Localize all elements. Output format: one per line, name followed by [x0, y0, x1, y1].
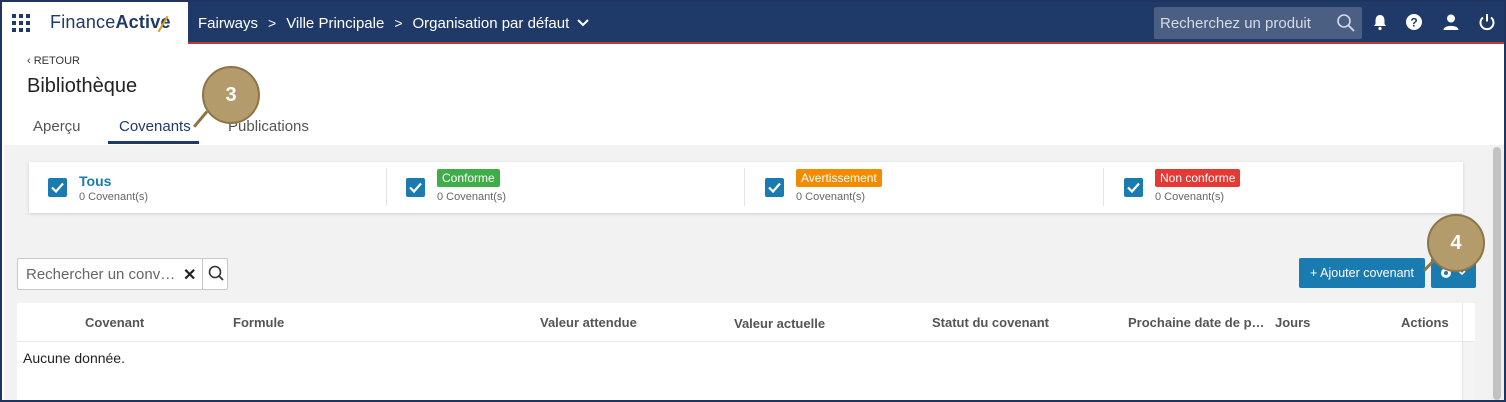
- filter-avertissement[interactable]: Avertissement 0 Covenant(s): [746, 162, 1104, 213]
- clear-icon[interactable]: ✕: [183, 265, 196, 285]
- app-window: FinanceActive Fairways > Ville Principal…: [0, 0, 1506, 402]
- user-icon[interactable]: [1442, 13, 1462, 33]
- filter-conforme[interactable]: Conforme 0 Covenant(s): [387, 162, 745, 213]
- filter-count: 0 Covenant(s): [437, 191, 507, 203]
- covenant-search-input[interactable]: Rechercher un conv… ✕: [17, 258, 228, 290]
- column-actions[interactable]: Actions: [1401, 315, 1449, 330]
- breadcrumb-organisation[interactable]: Organisation par défaut: [413, 15, 570, 32]
- column-valeur-attendue[interactable]: Valeur attendue: [540, 315, 637, 330]
- page-title: Bibliothèque: [27, 75, 138, 97]
- column-formule[interactable]: Formule: [233, 315, 284, 330]
- active-tab-indicator: [108, 141, 199, 144]
- breadcrumb-fairways[interactable]: Fairways: [198, 15, 258, 32]
- callout-3: 3: [202, 66, 260, 124]
- empty-table-message: Aucune donnée.: [23, 350, 125, 366]
- covenants-table: Covenant Formule Valeur attendue Valeur …: [17, 303, 1475, 400]
- status-badge-non-conforme: Non conforme: [1155, 169, 1241, 187]
- chevron-right-icon: >: [268, 15, 277, 31]
- status-badge-conforme: Conforme: [437, 169, 500, 187]
- brand-area: FinanceActive: [2, 2, 188, 44]
- add-covenant-button[interactable]: + Ajouter covenant: [1299, 258, 1425, 288]
- filter-count: 0 Covenant(s): [1155, 191, 1225, 203]
- filter-count: 0 Covenant(s): [79, 191, 149, 203]
- checkbox-conforme[interactable]: [406, 178, 425, 197]
- product-search-input[interactable]: Recherchez un produit: [1154, 7, 1362, 39]
- column-valeur-actuelle[interactable]: Valeur actuelle: [734, 316, 825, 331]
- filter-count: 0 Covenant(s): [796, 191, 866, 203]
- status-badge-avertissement: Avertissement: [796, 169, 882, 187]
- column-prochaine-date[interactable]: Prochaine date de p…: [1128, 315, 1265, 330]
- power-icon[interactable]: [1478, 13, 1498, 33]
- column-covenant[interactable]: Covenant: [85, 315, 144, 330]
- search-button[interactable]: [202, 258, 229, 290]
- column-statut[interactable]: Statut du covenant: [932, 315, 1049, 330]
- table-header: Covenant Formule Valeur attendue Valeur …: [17, 303, 1475, 342]
- scrollbar-thumb[interactable]: [1493, 147, 1501, 400]
- chevron-right-icon: >: [394, 15, 403, 31]
- chevron-down-icon[interactable]: [577, 16, 589, 30]
- callout-3-pointer: [192, 110, 209, 128]
- search-icon[interactable]: [1336, 13, 1356, 37]
- breadcrumb-ville-principale[interactable]: Ville Principale: [286, 15, 384, 32]
- callout-4: 4: [1427, 214, 1485, 272]
- top-navigation-bar: FinanceActive Fairways > Ville Principal…: [2, 2, 1504, 44]
- filter-tous[interactable]: Tous 0 Covenant(s): [29, 162, 387, 213]
- filter-non-conforme[interactable]: Non conforme 0 Covenant(s): [1105, 162, 1463, 213]
- help-icon[interactable]: ?: [1405, 13, 1425, 33]
- checkbox-non-conforme[interactable]: [1124, 178, 1143, 197]
- apps-grid-icon[interactable]: [12, 14, 30, 32]
- table-scrollbar[interactable]: [1462, 342, 1475, 400]
- breadcrumb: Fairways > Ville Principale > Organisati…: [198, 2, 589, 44]
- column-jours[interactable]: Jours: [1275, 315, 1310, 330]
- page-scrollbar[interactable]: [1490, 145, 1504, 400]
- filter-label: Tous: [79, 173, 112, 189]
- svg-text:?: ?: [1410, 16, 1417, 30]
- back-link[interactable]: ‹ RETOUR: [27, 55, 80, 67]
- bell-icon[interactable]: [1371, 13, 1391, 33]
- checkbox-avertissement[interactable]: [765, 178, 784, 197]
- checkbox-tous[interactable]: [48, 178, 67, 197]
- tab-apercu[interactable]: Aperçu: [33, 118, 81, 135]
- tab-covenants[interactable]: Covenants: [119, 118, 191, 135]
- finance-active-logo[interactable]: FinanceActive: [50, 12, 171, 33]
- covenant-filter-card: Tous 0 Covenant(s) Conforme 0 Covenant(s…: [29, 162, 1463, 213]
